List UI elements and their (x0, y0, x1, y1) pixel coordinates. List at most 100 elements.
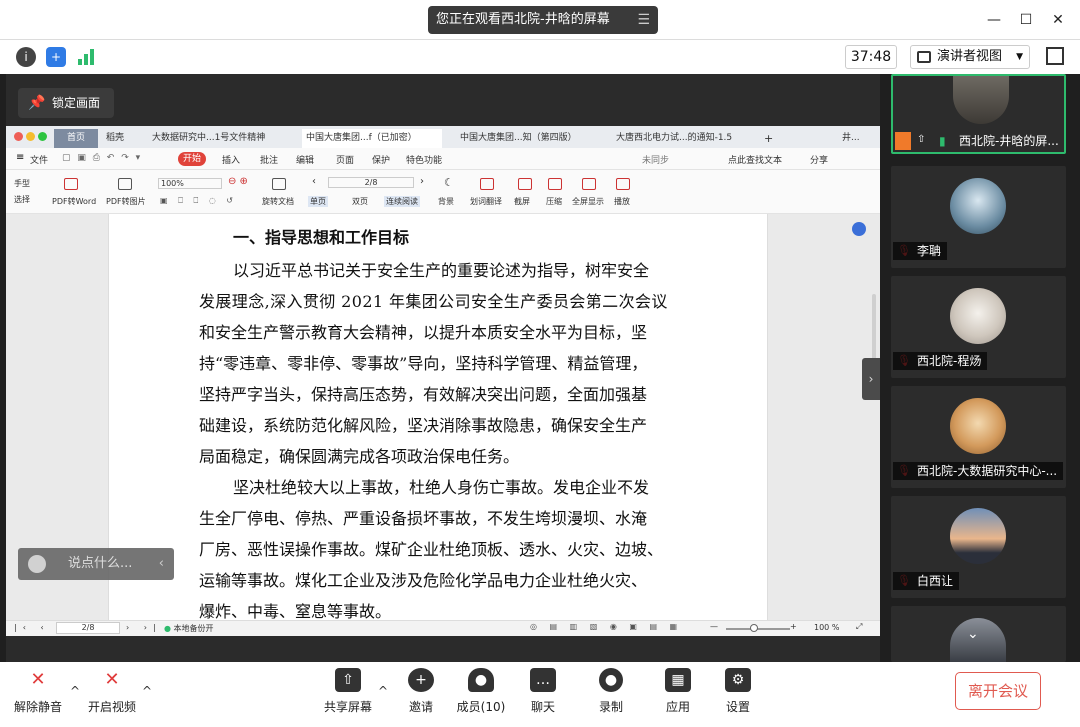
chevron-down-icon[interactable]: ⌄ (967, 626, 979, 642)
tab-datang-northwest[interactable]: 大唐西北电力试...的通知-1.5 (612, 129, 754, 148)
tool-compress[interactable]: 压缩 (546, 196, 562, 207)
quick-access-icons[interactable]: ▢ ▣ ⎙ ↶ ↷ ▾ (62, 153, 142, 163)
participant-tile[interactable]: ⇧ ▮ 西北院-井晗的屏... (891, 74, 1066, 154)
settings-button[interactable]: ⚙ 设置 (710, 668, 766, 715)
unmute-button[interactable]: ✕ 解除静音 (10, 668, 66, 715)
avatar (953, 76, 1009, 124)
tool-pdf-to-word[interactable]: PDF转Word (52, 196, 96, 207)
menu-page[interactable]: 页面 (336, 153, 354, 166)
tool-fullscreen-show[interactable]: 全屏显示 (572, 196, 604, 207)
zoom-out-icon[interactable]: — (710, 622, 718, 631)
user-tab[interactable]: 井... (838, 129, 878, 148)
invite-button[interactable]: + 邀请 (393, 668, 449, 715)
tool-pdf-to-image[interactable]: PDF转图片 (106, 196, 146, 207)
collapse-panel-handle[interactable]: › (862, 358, 880, 400)
view-continuous[interactable]: 连续阅读 (384, 196, 420, 207)
gear-icon: ⚙ (725, 668, 751, 692)
chat-button[interactable]: … 聊天 (515, 668, 571, 715)
leave-meeting-button[interactable]: 离开会议 (955, 672, 1041, 710)
doc-line: 爆炸、中毒、窒息等事故。 (199, 602, 392, 621)
participant-tile[interactable]: 🎙 白西让 (891, 496, 1066, 598)
pdf-to-word-icon (64, 178, 78, 190)
view-double-page[interactable]: 双页 (352, 196, 368, 207)
pdf-page[interactable]: 一、指导思想和工作目标 以习近平总书记关于安全生产的重要论述为指导，树牢安全 发… (108, 214, 768, 621)
page-nav-arrows-right[interactable]: › ›| (126, 623, 162, 632)
tab-docer[interactable]: 稻壳 (102, 129, 146, 148)
find-text[interactable]: 点此查找文本 (728, 153, 782, 166)
view-mode-icons[interactable]: ◎ ▤ ▥ ▧ ◉ ▣ ▤ ▦ (530, 622, 682, 631)
view-mode-button[interactable]: 演讲者视图 ▼ (910, 45, 1030, 69)
fit-icons[interactable]: ▣ ⎕ ⎕ ◌ ↺ (160, 196, 237, 206)
share-screen-button[interactable]: ⇧ 共享屏幕 (320, 668, 376, 715)
list-icon[interactable]: ☰ (637, 6, 650, 34)
mac-close-dot[interactable] (14, 132, 23, 141)
zoom-slider-handle[interactable] (750, 624, 758, 632)
minimize-button[interactable]: — (984, 10, 1004, 30)
menu-features[interactable]: 特色功能 (406, 153, 442, 166)
participant-tile[interactable]: 🎙 李聃 (891, 166, 1066, 268)
tool-hand[interactable]: 手型 (14, 178, 30, 189)
tab-bigdata-doc[interactable]: 大数据研究中...1号文件精神 (148, 129, 296, 148)
comment-input-box[interactable]: 说点什么... ‹ (18, 548, 174, 580)
fit-window-icon[interactable]: ⤢ (856, 622, 862, 632)
participant-tile[interactable]: 🎙 西北院-大数据研究中心-... (891, 386, 1066, 488)
share-notice-banner[interactable]: 您正在观看西北院-井晗的屏幕 ☰ (428, 6, 658, 34)
members-button[interactable]: ● 成员(10) (453, 668, 509, 715)
tab-datang-encrypted[interactable]: 中国大唐集团...f（已加密） (302, 129, 442, 148)
menu-comment[interactable]: 批注 (260, 153, 278, 166)
prev-page-arrow[interactable]: ‹ (312, 176, 316, 187)
zoom-slider[interactable] (726, 628, 790, 630)
menu-start[interactable]: 开始 (178, 152, 206, 166)
tool-rotate[interactable]: 旋转文档 (262, 196, 294, 207)
status-page-indicator[interactable]: 2/8 (56, 622, 120, 634)
menu-insert[interactable]: 插入 (222, 153, 240, 166)
menu-edit[interactable]: 编辑 (296, 153, 314, 166)
meeting-timer: 37:48 (845, 45, 897, 69)
record-button[interactable]: ● 录制 (583, 668, 639, 715)
participant-tile[interactable]: 🎙 西北院-程炀 (891, 276, 1066, 378)
assistant-icon[interactable] (852, 222, 866, 236)
shield-icon[interactable]: + (46, 47, 66, 67)
speaker-view-icon (917, 51, 931, 63)
view-single-page[interactable]: 单页 (308, 196, 328, 207)
comment-placeholder: 说点什么... (68, 556, 133, 571)
tool-translate[interactable]: 划词翻译 (470, 196, 502, 207)
signal-icon[interactable] (78, 49, 96, 65)
tab-datang-notice[interactable]: 中国大唐集团...知（第四版） (456, 129, 598, 148)
emoji-icon[interactable] (28, 555, 46, 573)
next-page-arrow[interactable]: › (420, 176, 424, 187)
zoom-icons[interactable]: ⊖ ⊕ (228, 176, 248, 187)
share-button[interactable]: 分享 (810, 153, 828, 166)
zoom-in-icon[interactable]: + (790, 622, 797, 631)
new-tab-button[interactable]: + (760, 129, 778, 148)
menu-file[interactable]: 文件 (30, 153, 48, 166)
page-nav-arrows[interactable]: |‹ ‹ (14, 623, 50, 632)
collapse-comment-arrow[interactable]: ‹ (159, 548, 164, 580)
zoom-select[interactable]: 100% (158, 178, 222, 189)
chevron-up-icon[interactable]: ^ (142, 684, 152, 698)
tool-background[interactable]: 背景 (438, 196, 454, 207)
menu-protect[interactable]: 保护 (372, 153, 390, 166)
tool-play[interactable]: 播放 (614, 196, 630, 207)
maximize-button[interactable]: ☐ (1016, 10, 1036, 30)
view-mode-label: 演讲者视图 (937, 49, 1003, 64)
backup-status[interactable]: ● 本地备份开 (164, 623, 214, 634)
page-indicator[interactable]: 2/8 (328, 177, 414, 188)
mac-minimize-dot[interactable] (26, 132, 35, 141)
hamburger-icon[interactable]: ≡ (16, 152, 24, 163)
chevron-up-icon[interactable]: ^ (378, 684, 388, 698)
tool-screenshot[interactable]: 截屏 (514, 196, 530, 207)
tool-select[interactable]: 选择 (14, 194, 30, 205)
tab-home[interactable]: 首页 (54, 129, 98, 148)
lock-view-button[interactable]: 📌 锁定画面 (18, 88, 114, 118)
close-button[interactable]: ✕ (1048, 10, 1068, 30)
sync-status[interactable]: 未同步 (642, 153, 669, 166)
chevron-up-icon[interactable]: ^ (70, 684, 80, 698)
participant-tile[interactable]: ⌄ (891, 606, 1066, 662)
mac-zoom-dot[interactable] (38, 132, 47, 141)
backup-status-label: 本地备份开 (173, 624, 214, 633)
apps-button[interactable]: ▦ 应用 (650, 668, 706, 715)
info-icon[interactable]: i (16, 47, 36, 67)
start-video-button[interactable]: ✕ 开启视频 (84, 668, 140, 715)
fullscreen-icon[interactable] (1046, 47, 1064, 65)
